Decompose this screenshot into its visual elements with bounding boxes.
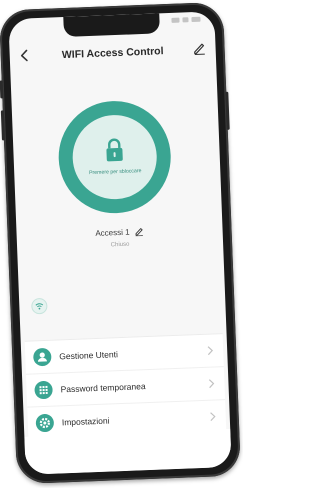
rename-pencil-icon[interactable]	[135, 227, 144, 237]
battery-icon	[191, 16, 201, 23]
volume-button	[0, 110, 5, 141]
device-name: Accessi 1	[95, 227, 130, 238]
wifi-status-icon	[182, 17, 189, 23]
keypad-icon	[34, 380, 53, 400]
page-title: WIFI Access Control	[61, 45, 164, 62]
bottom-area	[24, 428, 232, 475]
signal-icon	[171, 17, 180, 23]
stage: WIFI Access Control Premere per sbloccar…	[0, 0, 243, 488]
user-icon	[32, 347, 52, 367]
wifi-icon	[35, 303, 44, 310]
gear-icon	[35, 413, 55, 433]
wifi-badge	[31, 297, 48, 315]
chevron-right-icon	[208, 379, 215, 389]
settings-menu: Gestione Utenti Password temporanea Impo…	[24, 333, 227, 441]
phone-screen: WIFI Access Control Premere per sbloccar…	[8, 11, 232, 475]
chevron-right-icon	[210, 412, 216, 422]
menu-item-label: Impostazioni	[61, 415, 110, 428]
status-bar-icons	[171, 16, 201, 23]
chevron-right-icon	[207, 346, 214, 356]
mute-switch	[0, 80, 4, 99]
notch	[63, 13, 160, 37]
unlock-hint: Premere per sbloccare	[88, 168, 142, 177]
power-button	[225, 91, 230, 130]
menu-item-label: Password temporanea	[60, 381, 146, 395]
edit-icon[interactable]	[191, 40, 208, 57]
unlock-button[interactable]: Premere per sbloccare	[56, 99, 173, 216]
lock-icon	[106, 138, 123, 162]
phone-frame: WIFI Access Control Premere per sbloccar…	[0, 1, 242, 485]
menu-item-label: Gestione Utenti	[59, 349, 119, 362]
app-header: WIFI Access Control	[9, 37, 216, 69]
